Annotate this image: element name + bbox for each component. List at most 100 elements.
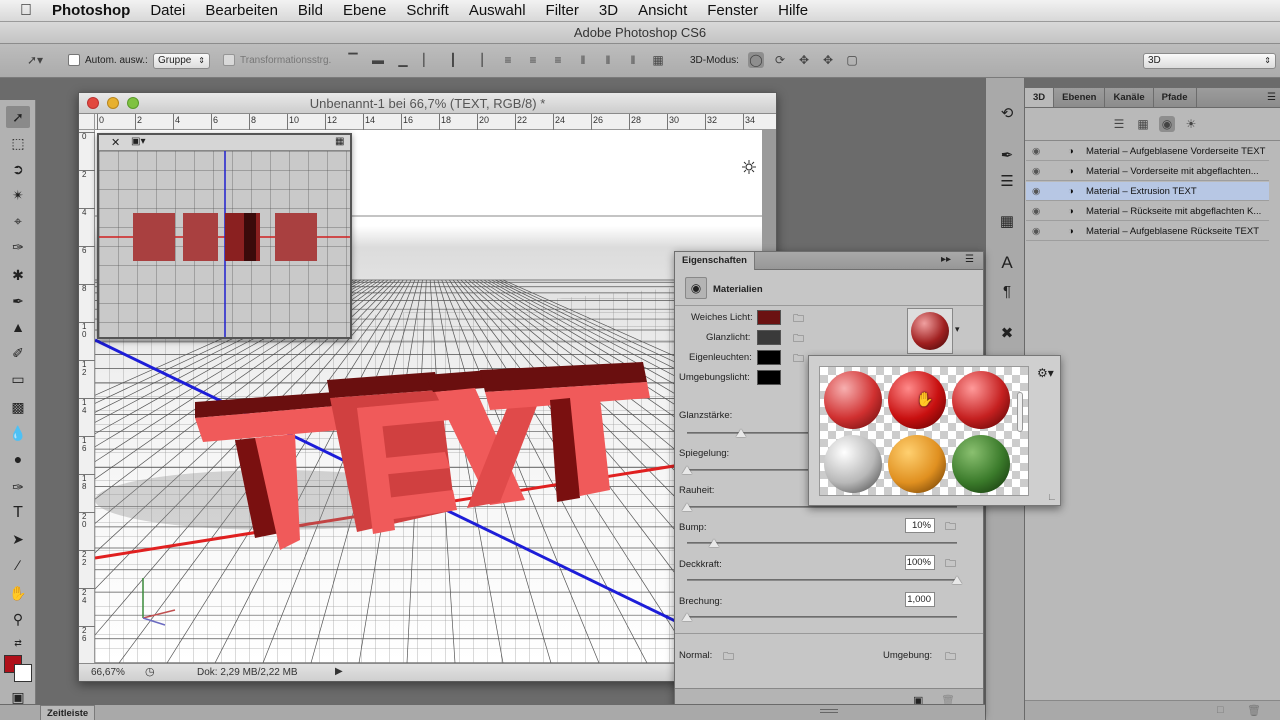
- visibility-eye-icon[interactable]: ◉: [1032, 182, 1040, 201]
- deckkraft-slider[interactable]: [687, 579, 957, 581]
- menu-ebene[interactable]: Ebene: [343, 2, 386, 19]
- distribute-right-icon[interactable]: ‖: [625, 52, 641, 68]
- distribute-left-icon[interactable]: ‖: [575, 52, 591, 68]
- panel-menu-icon[interactable]: ☰: [1267, 88, 1280, 107]
- collapse-panel-icon[interactable]: ▸▸: [941, 254, 951, 265]
- move-tool-icon[interactable]: ➚: [6, 106, 30, 128]
- eraser-tool-icon[interactable]: ▭: [6, 368, 30, 390]
- crop-tool-icon[interactable]: ⌖: [6, 210, 30, 232]
- history-panel-icon[interactable]: ⟲: [996, 102, 1018, 124]
- visibility-eye-icon[interactable]: ◉: [1032, 162, 1040, 181]
- 3d-roll-icon[interactable]: ⟳: [772, 52, 788, 68]
- tab-3d[interactable]: 3D: [1025, 88, 1055, 107]
- menu-bearbeiten[interactable]: Bearbeiten: [205, 2, 278, 19]
- distribute-bottom-icon[interactable]: ≡: [550, 52, 566, 68]
- eyedropper-tool-icon[interactable]: ✑: [6, 236, 30, 258]
- secondary-view[interactable]: ✕ ▣▾ ▦: [97, 133, 352, 339]
- picker-settings-icon[interactable]: ⚙▾: [1037, 366, 1054, 380]
- tool-presets-icon[interactable]: ✖: [996, 322, 1018, 344]
- align-vcenter-icon[interactable]: ▬: [370, 52, 386, 68]
- glanzlicht-texture-icon[interactable]: 🗀: [793, 330, 804, 349]
- close-window-icon[interactable]: [87, 97, 99, 109]
- tab-ebenen[interactable]: Ebenen: [1054, 88, 1106, 107]
- line-tool-icon[interactable]: ∕: [6, 554, 30, 576]
- visibility-eye-icon[interactable]: ◉: [1032, 222, 1040, 241]
- rauheit-slider[interactable]: [687, 506, 957, 508]
- brush-tool-icon[interactable]: ✒: [6, 290, 30, 312]
- deckkraft-texture-icon[interactable]: 🗀: [945, 555, 956, 574]
- material-preset-sphere[interactable]: [824, 435, 882, 493]
- menu-fenster[interactable]: Fenster: [707, 2, 758, 19]
- zoom-tool-icon[interactable]: ⚲: [6, 608, 30, 630]
- hand-tool-icon[interactable]: ✋: [6, 582, 30, 604]
- bump-field[interactable]: 10%: [905, 518, 935, 533]
- menu-schrift[interactable]: Schrift: [406, 2, 449, 19]
- align-top-icon[interactable]: ▔: [345, 52, 361, 68]
- align-left-icon[interactable]: ▏: [420, 52, 436, 68]
- auto-select-dropdown[interactable]: Gruppe ⇕: [153, 53, 210, 69]
- deckkraft-slider-knob[interactable]: [952, 576, 962, 584]
- weiches-licht-swatch[interactable]: [757, 310, 781, 325]
- menu-filter[interactable]: Filter: [546, 2, 579, 19]
- material-filter-icon[interactable]: ◉: [1159, 116, 1175, 132]
- 3d-scale-icon[interactable]: ▢: [844, 52, 860, 68]
- bump-slider-knob[interactable]: [709, 539, 719, 547]
- 3d-rotate-icon[interactable]: ◯: [748, 52, 764, 68]
- status-options-icon[interactable]: ◷: [145, 665, 155, 678]
- material-row[interactable]: ◉ ◑ Material – Rückseite mit abgeflachte…: [1026, 202, 1269, 221]
- mesh-filter-icon[interactable]: ▦: [1135, 116, 1151, 132]
- timeline-tab[interactable]: Zeitleiste: [40, 705, 96, 720]
- character-panel-icon[interactable]: A: [996, 252, 1018, 274]
- bump-slider[interactable]: [687, 542, 957, 544]
- quick-select-tool-icon[interactable]: ✴: [6, 184, 30, 206]
- menu-auswahl[interactable]: Auswahl: [469, 2, 526, 19]
- gradient-tool-icon[interactable]: ▩: [6, 396, 30, 418]
- rauheit-slider-knob[interactable]: [682, 503, 692, 511]
- menu-ansicht[interactable]: Ansicht: [638, 2, 687, 19]
- align-bottom-icon[interactable]: ▁: [395, 52, 411, 68]
- stamp-tool-icon[interactable]: ▲: [6, 316, 30, 338]
- delete-item-icon[interactable]: 🗑: [1247, 704, 1261, 717]
- swap-colors-icon[interactable]: ⇄: [6, 632, 30, 654]
- zoom-level[interactable]: 66,67%: [91, 667, 125, 678]
- background-color-swatch[interactable]: [14, 664, 32, 682]
- properties-title[interactable]: Eigenschaften: [675, 252, 755, 270]
- apple-icon[interactable]: : [16, 1, 36, 21]
- brush-presets-icon[interactable]: ✒: [996, 144, 1018, 166]
- history-brush-tool-icon[interactable]: ✐: [6, 342, 30, 364]
- material-preview[interactable]: [907, 308, 953, 354]
- brechung-slider[interactable]: [687, 616, 957, 618]
- 3d-slide-icon[interactable]: ✥: [820, 52, 836, 68]
- light-filter-icon[interactable]: ☀: [1183, 116, 1199, 132]
- distribute-top-icon[interactable]: ≡: [500, 52, 516, 68]
- visibility-eye-icon[interactable]: ◉: [1032, 202, 1040, 221]
- view-menu-icon[interactable]: ▣▾: [131, 136, 145, 147]
- visibility-eye-icon[interactable]: ◉: [1032, 142, 1040, 161]
- distribute-vcenter-icon[interactable]: ≡: [525, 52, 541, 68]
- auto-select-checkbox[interactable]: [68, 54, 80, 66]
- transform-checkbox[interactable]: [223, 54, 235, 66]
- lasso-tool-icon[interactable]: ➲: [6, 158, 30, 180]
- material-row[interactable]: ◉ ◑ Material – Aufgeblasene Rückseite TE…: [1026, 222, 1269, 241]
- new-item-icon[interactable]: □: [1217, 704, 1224, 716]
- path-select-tool-icon[interactable]: ➤: [6, 528, 30, 550]
- close-view-icon[interactable]: ✕: [111, 136, 120, 149]
- menu-photoshop[interactable]: Photoshop: [52, 2, 130, 19]
- menu-3d[interactable]: 3D: [599, 2, 618, 19]
- spiegelung-slider-knob[interactable]: [682, 466, 692, 474]
- auto-align-icon[interactable]: ▦: [650, 52, 666, 68]
- type-tool-icon[interactable]: T: [6, 502, 30, 524]
- minimize-window-icon[interactable]: [107, 97, 119, 109]
- material-row[interactable]: ◉ ◑ Material – Aufgeblasene Vorderseite …: [1026, 142, 1269, 161]
- panel-grip-icon[interactable]: [820, 709, 838, 713]
- marquee-tool-icon[interactable]: ⬚: [6, 132, 30, 154]
- scene-filter-icon[interactable]: ☰: [1111, 116, 1127, 132]
- healing-tool-icon[interactable]: ✱: [6, 264, 30, 286]
- properties-menu-icon[interactable]: ☰: [965, 254, 974, 265]
- material-row-selected[interactable]: ◉ ◑ Material – Extrusion TEXT: [1026, 182, 1269, 201]
- blur-tool-icon[interactable]: 💧: [6, 422, 30, 444]
- swap-view-icon[interactable]: ▦: [335, 136, 344, 147]
- distribute-hcenter-icon[interactable]: ‖: [600, 52, 616, 68]
- picker-scrollbar[interactable]: [1017, 392, 1023, 432]
- tab-pfade[interactable]: Pfade: [1154, 88, 1197, 107]
